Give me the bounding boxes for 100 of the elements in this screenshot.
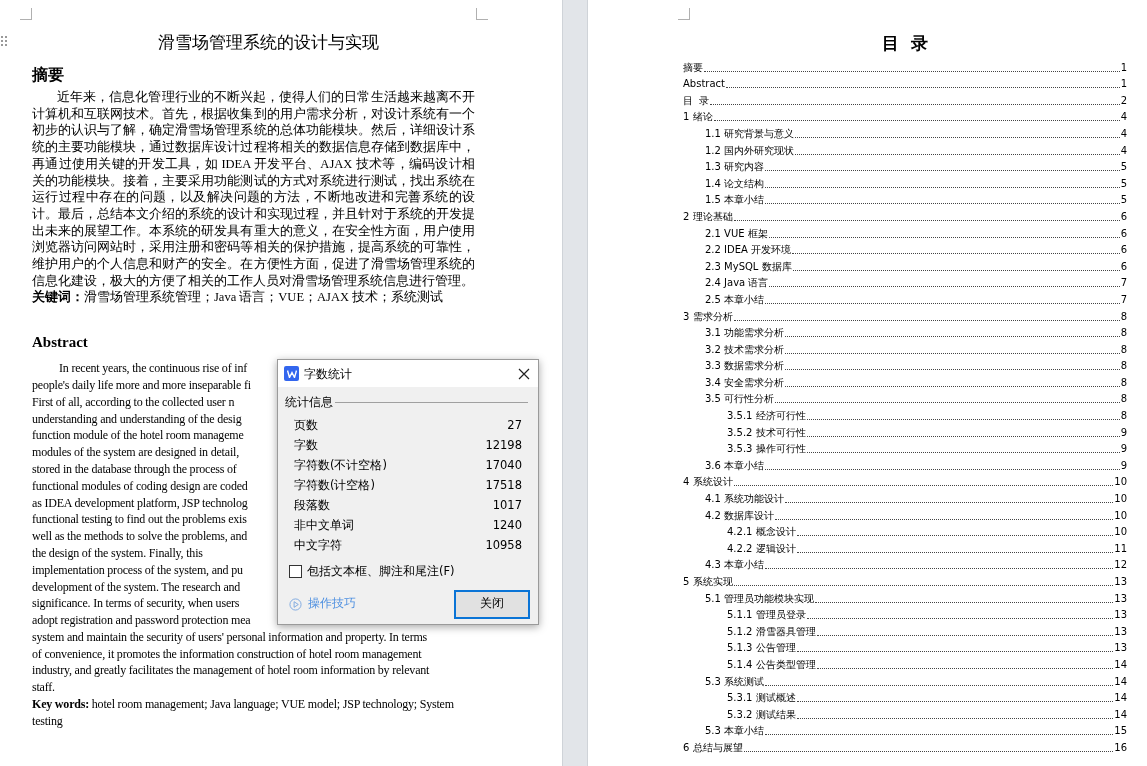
toc-entry[interactable]: 3.6 本章小结 (705, 459, 765, 472)
page-number: 12 (1114, 559, 1127, 572)
toc-entry[interactable]: 6 总结与展望 (683, 741, 743, 754)
toc-entry[interactable]: 2.2 IDEA 开发环境 (705, 244, 792, 257)
toc-entry[interactable]: 1.4 论文结构 (705, 177, 765, 190)
page-number: 8 (1120, 310, 1127, 323)
page-number: 8 (1120, 343, 1127, 356)
toc-entry[interactable]: 4.2.1 概念设计 (727, 526, 796, 539)
page-number: 7 (1120, 277, 1127, 290)
toc-entry[interactable]: 摘要 (683, 61, 703, 74)
toc-entry[interactable]: Abstract (683, 78, 725, 91)
page-number: 1 (1120, 78, 1127, 91)
toc-entry[interactable]: 3.3 数据需求分析 (705, 360, 785, 373)
toc-entry[interactable]: 2.1 VUE 框架 (705, 227, 768, 240)
toc-entry[interactable]: 3.5.3 操作可行性 (727, 443, 806, 456)
keywords-line: Key words: hotel room management; Java language; VUE model; JSP technology; System testing (32, 696, 455, 730)
abstract-line: implementation process of the system, and pu (32, 561, 243, 579)
abstract-line: people's daily life more and more inseparable fi (32, 376, 251, 394)
toc-entry[interactable]: 目 录 (683, 94, 710, 107)
toc-entry[interactable]: 3.4 安全需求分析 (705, 376, 785, 389)
abstract-line: adopt registration and password protection mea (32, 612, 251, 629)
toc-entry[interactable]: 1.3 研究内容 (705, 161, 765, 174)
page-number: 2 (1120, 94, 1127, 107)
page-number: 5 (1120, 177, 1127, 190)
toc-entry[interactable]: 3.2 技术需求分析 (705, 343, 785, 356)
toc-entry[interactable]: 1 绪论 (683, 111, 713, 124)
checkbox[interactable] (289, 565, 302, 579)
toc-entry[interactable]: 5.3.1 测试概述 (727, 692, 796, 705)
toc-entry[interactable]: 3.5.2 技术可行性 (727, 426, 806, 439)
toc-entry[interactable]: 5.3 本章小结 (705, 725, 765, 738)
page-number: 10 (1114, 493, 1127, 506)
page-number: 14 (1114, 658, 1127, 671)
toc-entry[interactable]: 2.4 Java 语言 (705, 277, 769, 290)
page-number: 13 (1114, 592, 1127, 605)
close-button[interactable]: 关闭 (454, 589, 530, 619)
toc-entry[interactable]: 5.1 管理员功能模块实现 (705, 592, 815, 605)
toc-entry[interactable]: 4.3 本章小结 (705, 559, 765, 572)
checkbox-label: 包括文本框、脚注和尾注(F) (307, 563, 455, 581)
toc-entry[interactable]: 4.1 系统功能设计 (705, 493, 785, 506)
page-number: 10 (1114, 526, 1127, 539)
corner-mark-icon (678, 8, 690, 20)
stat-value: 1240 (492, 516, 522, 534)
toc-entry[interactable]: 4 系统设计 (683, 476, 733, 489)
page-number: 7 (1120, 293, 1127, 306)
page-number: 13 (1114, 642, 1127, 655)
stat-value: 17040 (485, 456, 522, 474)
toc-entry[interactable]: 5.1.2 滑雪器具管理 (727, 625, 816, 638)
page-number: 5 (1120, 161, 1127, 174)
abstract-line: significance. In terms of security, when users (32, 595, 240, 613)
page-number: 4 (1120, 144, 1127, 157)
toc-entry[interactable]: 5.3 系统测试 (705, 675, 765, 688)
toc-entry[interactable]: 3.1 功能需求分析 (705, 327, 785, 340)
stat-value: 12198 (485, 436, 522, 454)
corner-mark-icon (476, 8, 488, 20)
page-number: 8 (1120, 360, 1127, 373)
toc-entry[interactable]: 3.5.1 经济可行性 (727, 410, 806, 423)
section-heading: 摘要 (32, 65, 65, 85)
toc-entry[interactable]: 4.2.2 逻辑设计 (727, 542, 796, 555)
stat-value: 27 (507, 416, 522, 434)
page-number: 6 (1120, 210, 1127, 223)
toc-entry[interactable]: 1.5 本章小结 (705, 194, 765, 207)
page-number: 8 (1120, 393, 1127, 406)
page-number: 5 (1120, 194, 1127, 207)
stat-label: 字符数(计空格) (294, 476, 375, 494)
abstract-line: of convenience, it promotes the information construction of hotel room management (32, 645, 422, 663)
page-number: 10 (1114, 509, 1127, 522)
abstract-line: the design of the system. Finally, this (32, 544, 203, 562)
toc-entry[interactable]: 1.2 国内外研究现状 (705, 144, 795, 157)
page-number: 15 (1114, 725, 1127, 738)
page-number: 1 (1120, 61, 1127, 74)
abstract-line: industry, and greatly facilitates the management of hotel room information by relevant (32, 662, 430, 680)
drag-handle-icon[interactable] (1, 36, 7, 46)
page-number: 8 (1120, 376, 1127, 389)
abstract-line: functional testing to find out the problems exis (32, 511, 247, 529)
toc-entry[interactable]: 5.3.2 测试结果 (727, 708, 796, 721)
toc-title: 目 录 (882, 33, 928, 53)
abstract-line: well as the methods to solve the problems, and (32, 528, 248, 545)
stat-label: 字数 (294, 436, 318, 454)
toc-entry[interactable]: 5.1.3 公告管理 (727, 642, 796, 655)
stat-value: 17518 (485, 476, 522, 494)
abstract-line: function module of the hotel room manageme (32, 427, 244, 445)
toc-entry[interactable]: 1.1 研究背景与意义 (705, 127, 795, 140)
abstract-line: First of all, according to the collected user n (32, 393, 235, 411)
toc-entry[interactable]: 5.1.4 公告类型管理 (727, 658, 816, 671)
page-number: 6 (1120, 227, 1127, 240)
page-number: 13 (1114, 576, 1127, 588)
toc-entry[interactable]: 5.1.1 管理员登录 (727, 609, 806, 622)
abstract-line: functional modules of coding design are coded (32, 477, 248, 495)
page-number: 8 (1120, 410, 1127, 423)
group-label: 统计信息 (285, 394, 333, 411)
toc-entry[interactable]: 2 理论基础 (683, 210, 733, 223)
toc-entry[interactable]: 2.3 MySQL 数据库 (705, 260, 792, 273)
page-number: 14 (1114, 675, 1127, 688)
toc-entry[interactable]: 3.5 可行性分析 (705, 393, 775, 406)
toc-entry[interactable]: 4.2 数据库设计 (705, 509, 775, 522)
toc-entry[interactable]: 3 需求分析 (683, 310, 733, 323)
abstract-line: understanding and understanding of the desig (32, 410, 242, 428)
toc-entry[interactable]: 2.5 本章小结 (705, 293, 765, 306)
page-number: 10 (1114, 476, 1127, 489)
toc-entry[interactable]: 5 系统实现 (683, 576, 733, 588)
